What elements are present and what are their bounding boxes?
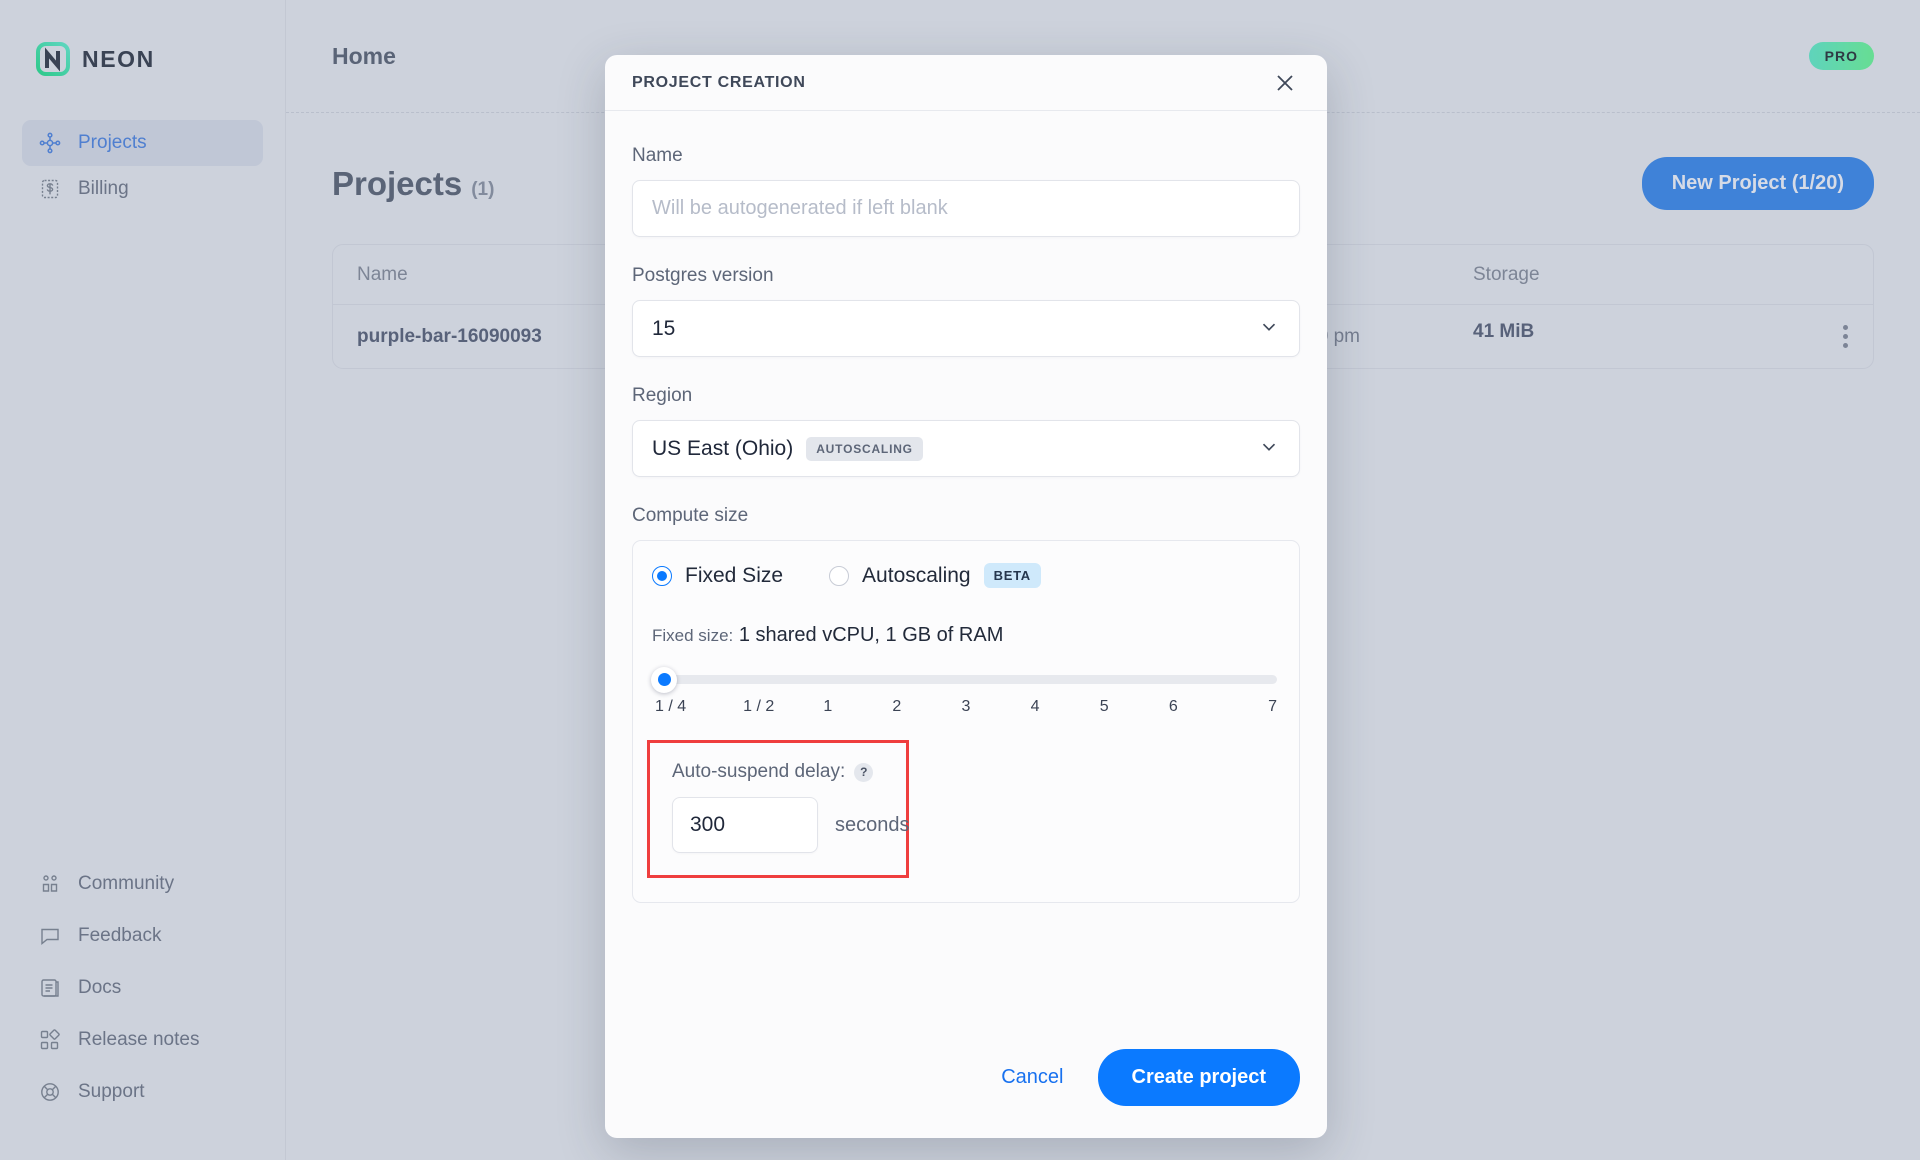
label-name: Name: [632, 145, 1300, 167]
radio-fixed-size-label: Fixed Size: [685, 564, 783, 588]
postgres-version-select[interactable]: 15: [632, 300, 1300, 357]
slider-tick: 3: [931, 698, 1000, 716]
modal-body: Name Postgres version 15 Region: [605, 111, 1327, 1023]
auto-suspend-label: Auto-suspend delay:: [672, 761, 845, 783]
project-name-input[interactable]: [632, 180, 1300, 237]
slider-track[interactable]: [655, 675, 1277, 684]
radio-autoscaling-label: Autoscaling: [862, 564, 971, 588]
fixed-size-summary: Fixed size: 1 shared vCPU, 1 GB of RAM: [652, 624, 1280, 647]
label-region: Region: [632, 385, 1300, 407]
slider-tick: 1 / 2: [724, 698, 793, 716]
compute-size-slider[interactable]: 1 / 4 1 / 2 1 2 3 4 5 6 7: [652, 675, 1280, 716]
modal-title: PROJECT CREATION: [632, 74, 806, 92]
modal-header: PROJECT CREATION: [605, 55, 1327, 111]
region-value: US East (Ohio): [652, 437, 793, 461]
label-compute-size: Compute size: [632, 505, 1300, 527]
slider-tick: 4: [1001, 698, 1070, 716]
auto-suspend-input-row: seconds: [672, 797, 884, 853]
auto-suspend-label-row: Auto-suspend delay: ?: [672, 761, 884, 783]
field-region: Region US East (Ohio) AUTOSCALING: [632, 385, 1300, 477]
slider-tick: 1 / 4: [655, 698, 724, 716]
field-name: Name: [632, 145, 1300, 237]
field-postgres-version: Postgres version 15: [632, 265, 1300, 357]
create-project-button[interactable]: Create project: [1098, 1049, 1301, 1106]
cancel-button[interactable]: Cancel: [1001, 1066, 1063, 1089]
auto-suspend-highlight: Auto-suspend delay: ? seconds: [647, 740, 909, 878]
chevron-down-icon: [1258, 435, 1280, 462]
region-select[interactable]: US East (Ohio) AUTOSCALING: [632, 420, 1300, 477]
modal-footer: Cancel Create project: [605, 1023, 1327, 1138]
help-question-icon[interactable]: ?: [854, 763, 873, 782]
field-compute-size: Compute size Fixed Size Autoscaling BETA: [632, 505, 1300, 903]
radio-fixed-size-indicator: [652, 566, 672, 586]
fixed-size-value: 1 shared vCPU, 1 GB of RAM: [739, 624, 1004, 646]
modal-overlay[interactable]: PROJECT CREATION Name Postgres version 1…: [0, 0, 1920, 1160]
region-autoscaling-tag: AUTOSCALING: [806, 437, 923, 461]
compute-mode-radio-group: Fixed Size Autoscaling BETA: [652, 563, 1280, 588]
compute-size-panel: Fixed Size Autoscaling BETA Fixed size: …: [632, 540, 1300, 903]
close-icon[interactable]: [1271, 69, 1299, 97]
slider-tick: 2: [862, 698, 931, 716]
fixed-size-prefix: Fixed size:: [652, 626, 733, 645]
slider-tick: 1: [793, 698, 862, 716]
slider-tick: 7: [1208, 698, 1277, 716]
auto-suspend-delay-input[interactable]: [672, 797, 818, 853]
label-postgres-version: Postgres version: [632, 265, 1300, 287]
slider-tick-labels: 1 / 4 1 / 2 1 2 3 4 5 6 7: [655, 698, 1277, 716]
radio-autoscaling[interactable]: Autoscaling BETA: [829, 563, 1041, 588]
postgres-version-value: 15: [652, 317, 675, 341]
auto-suspend-unit: seconds: [835, 814, 910, 837]
slider-tick: 6: [1139, 698, 1208, 716]
slider-tick: 5: [1070, 698, 1139, 716]
beta-tag: BETA: [984, 563, 1041, 588]
slider-thumb[interactable]: [651, 667, 677, 693]
chevron-down-icon: [1258, 315, 1280, 342]
radio-fixed-size[interactable]: Fixed Size: [652, 564, 783, 588]
project-creation-modal: PROJECT CREATION Name Postgres version 1…: [605, 55, 1327, 1138]
radio-autoscaling-indicator: [829, 566, 849, 586]
